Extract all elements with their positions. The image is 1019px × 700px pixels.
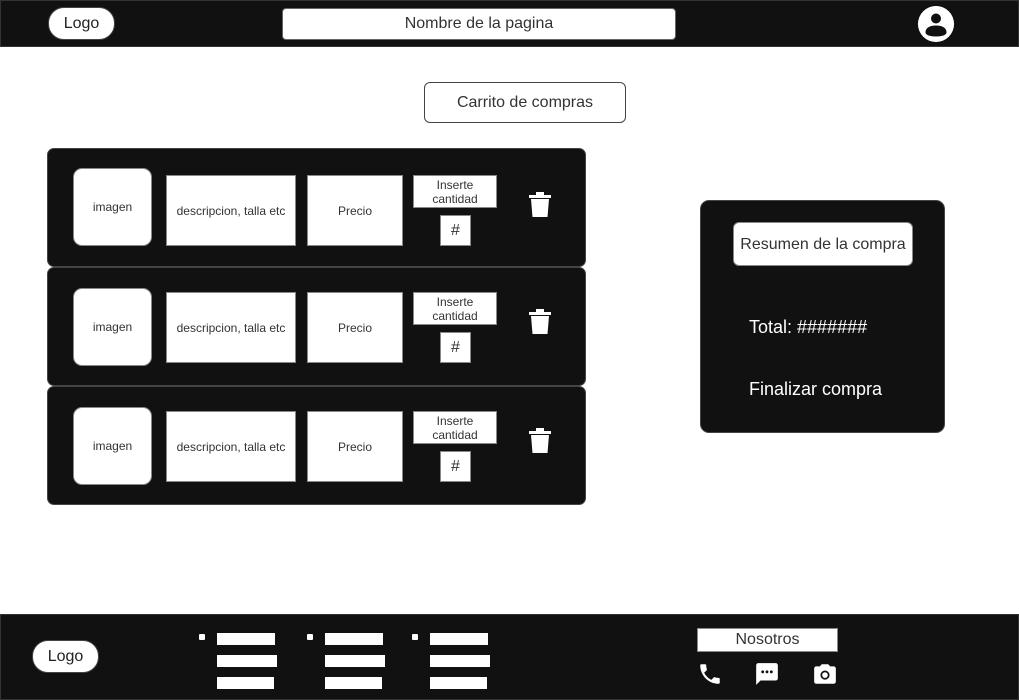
footer-link[interactable]	[325, 633, 383, 645]
quantity-input[interactable]: #	[440, 215, 471, 246]
quantity-label: Inserte cantidad	[413, 292, 497, 325]
footer-link[interactable]	[430, 655, 490, 667]
product-price: Precio	[307, 411, 403, 482]
product-image: imagen	[73, 407, 152, 485]
phone-icon[interactable]	[697, 661, 723, 687]
footer-bar: Logo Nosotros	[0, 614, 1019, 700]
footer-logo[interactable]: Logo	[32, 640, 99, 673]
bullet-icon	[199, 634, 205, 640]
product-price: Precio	[307, 292, 403, 363]
user-avatar-icon[interactable]	[918, 6, 954, 42]
quantity-input[interactable]: #	[440, 332, 471, 363]
summary-title: Resumen de la compra	[733, 222, 913, 266]
product-description: descripcion, talla etc	[166, 292, 296, 363]
quantity-label: Inserte cantidad	[413, 411, 497, 444]
header-logo[interactable]: Logo	[48, 7, 115, 40]
cart-item: imagen descripcion, talla etc Precio Ins…	[47, 148, 586, 267]
footer-link[interactable]	[217, 677, 274, 689]
footer-link[interactable]	[430, 677, 487, 689]
bullet-icon	[412, 634, 418, 640]
purchase-summary-panel: Resumen de la compra Total: ####### Fina…	[700, 200, 945, 433]
footer-link[interactable]	[217, 655, 277, 667]
bullet-icon	[307, 634, 313, 640]
page-title: Nombre de la pagina	[282, 8, 676, 40]
cart-item: imagen descripcion, talla etc Precio Ins…	[47, 267, 586, 386]
trash-icon[interactable]	[527, 191, 553, 219]
summary-total: Total: #######	[749, 317, 868, 337]
product-image: imagen	[73, 168, 152, 246]
product-description: descripcion, talla etc	[166, 175, 296, 246]
quantity-input[interactable]: #	[440, 451, 471, 482]
nosotros-link[interactable]: Nosotros	[697, 628, 838, 652]
product-image: imagen	[73, 288, 152, 366]
trash-icon[interactable]	[527, 308, 553, 336]
product-price: Precio	[307, 175, 403, 246]
footer-link[interactable]	[325, 677, 382, 689]
header-bar: Logo Nombre de la pagina	[0, 0, 1019, 47]
footer-link[interactable]	[217, 633, 275, 645]
camera-icon[interactable]	[812, 661, 838, 687]
cart-item: imagen descripcion, talla etc Precio Ins…	[47, 386, 586, 505]
chat-icon[interactable]	[754, 661, 780, 687]
product-description: descripcion, talla etc	[166, 411, 296, 482]
checkout-button[interactable]: Finalizar compra	[749, 379, 882, 400]
quantity-label: Inserte cantidad	[413, 175, 497, 208]
footer-link[interactable]	[430, 633, 488, 645]
trash-icon[interactable]	[527, 427, 553, 455]
footer-link[interactable]	[325, 655, 385, 667]
cart-title: Carrito de compras	[424, 82, 626, 123]
